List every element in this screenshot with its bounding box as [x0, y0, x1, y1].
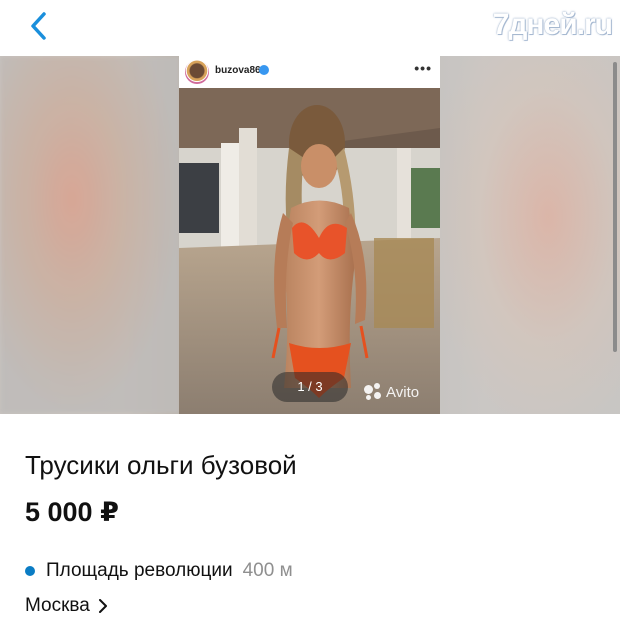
- gallery-blur-right: [440, 56, 620, 414]
- post-username: buzova86: [215, 65, 261, 76]
- back-button[interactable]: [22, 6, 58, 46]
- scroll-indicator: [613, 62, 617, 352]
- gallery-blur-left: [0, 56, 180, 414]
- watermark-logo: 7дней.ru: [492, 2, 613, 48]
- more-dots-icon: •••: [414, 60, 432, 76]
- metro-line-icon: [25, 566, 35, 576]
- metro-location: Площадь революции 400 м: [25, 560, 293, 582]
- listing-photo: [179, 88, 440, 414]
- photo-illustration: [179, 88, 440, 414]
- chevron-right-icon: [98, 599, 107, 613]
- gallery-photo[interactable]: buzova86 •••: [179, 56, 440, 414]
- chevron-left-icon: [31, 12, 46, 40]
- avito-label: Avito: [386, 383, 420, 401]
- avatar: [185, 60, 209, 84]
- top-bar: 7дней.ru: [0, 0, 620, 56]
- watermark-text: 7дней.ru: [492, 8, 613, 41]
- photo-counter: 1 / 3: [272, 372, 348, 402]
- city-link[interactable]: Москва: [25, 595, 108, 617]
- verified-badge-icon: [259, 65, 269, 75]
- metro-station: Площадь революции: [46, 560, 233, 581]
- city-label: Москва: [25, 595, 90, 616]
- listing-price: 5 000 ₽: [25, 497, 119, 527]
- metro-distance: 400 м: [242, 560, 293, 581]
- avito-logo-icon: [364, 383, 382, 401]
- photo-gallery[interactable]: buzova86 ••• 1 / 3 Avito: [0, 56, 620, 414]
- listing-title: Трусики ольги бузовой: [25, 450, 297, 480]
- avito-watermark: Avito: [364, 383, 419, 401]
- post-header: buzova86 •••: [179, 56, 440, 88]
